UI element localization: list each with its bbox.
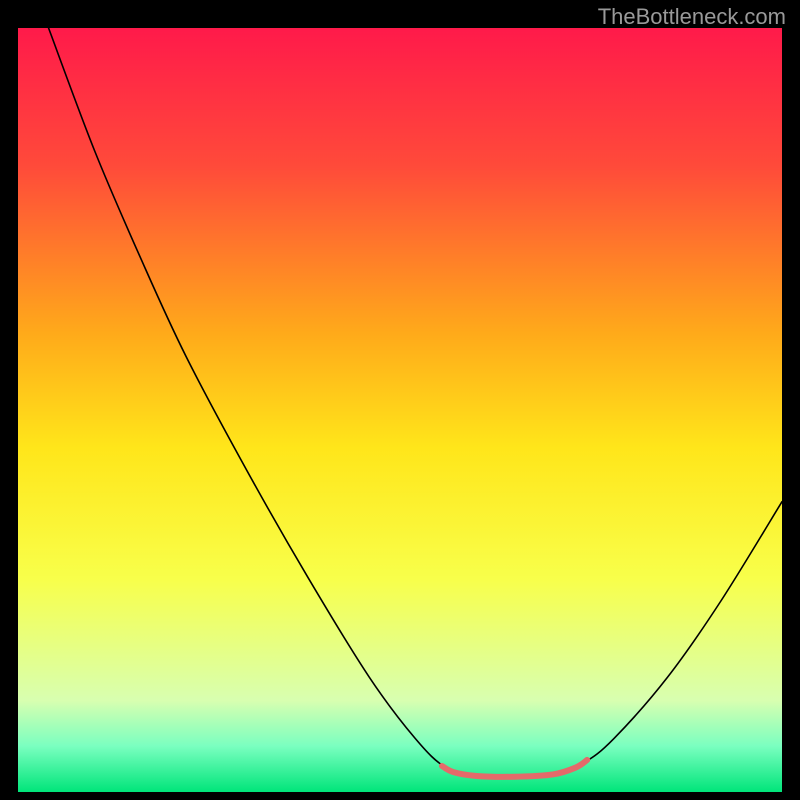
watermark-text: TheBottleneck.com [598,4,786,30]
plot-area [18,28,782,792]
chart-container: TheBottleneck.com [0,0,800,800]
chart-svg [18,28,782,792]
